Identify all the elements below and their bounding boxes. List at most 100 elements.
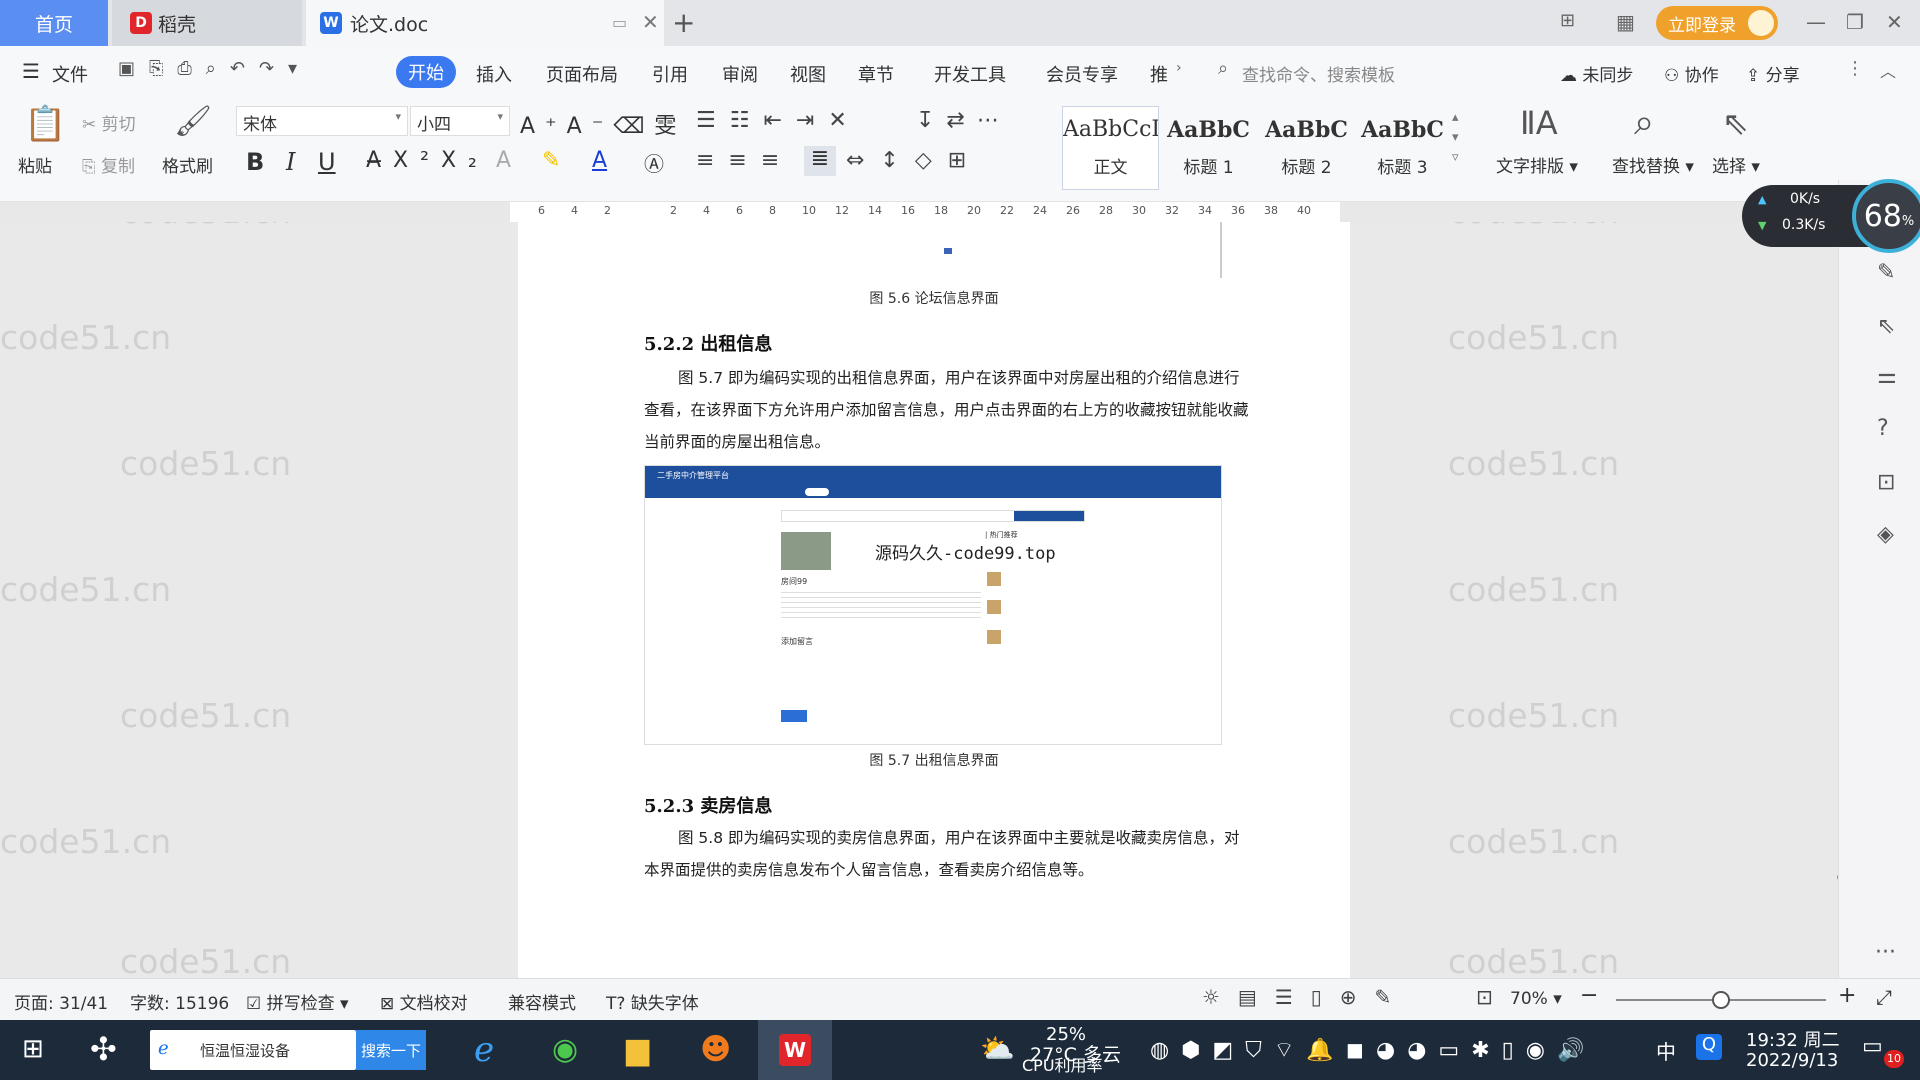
text-layout-icon[interactable]: ⅡA: [1520, 104, 1558, 142]
figure-5-7-screenshot[interactable]: 二手房中介管理平台 源码久久-code99.top 房间99 添加留言 | 热门…: [644, 465, 1222, 745]
zoom-out-icon[interactable]: −: [1580, 983, 1598, 1008]
app-pinwheel-icon[interactable]: ✣: [90, 1030, 117, 1068]
app-orange-icon[interactable]: ☻: [700, 1032, 731, 1067]
align-icons[interactable]: ≡≡≡: [696, 148, 793, 173]
ime-indicator[interactable]: 中: [1656, 1036, 1676, 1065]
collapse-ribbon-icon[interactable]: ︿: [1880, 58, 1896, 82]
missing-font-button[interactable]: T? 缺失字体: [606, 989, 699, 1014]
close-tab-icon[interactable]: ✕: [642, 10, 659, 34]
format-painter-icon[interactable]: 🖌: [174, 104, 212, 139]
text-effect-icon[interactable]: A: [496, 148, 511, 173]
italic-icon[interactable]: I: [286, 148, 295, 176]
word-count[interactable]: 字数: 15196: [130, 989, 229, 1014]
format-painter-button[interactable]: 格式刷: [162, 152, 213, 177]
fullscreen-icon[interactable]: ⤢: [1876, 985, 1892, 1009]
list-indent-icons[interactable]: ☰☷⇤⇥✕: [696, 108, 861, 133]
cut-button[interactable]: ✂ 剪切: [82, 110, 136, 135]
layout-icon[interactable]: ⊞: [1560, 10, 1575, 31]
clock-time[interactable]: 19:32 周二: [1746, 1026, 1840, 1052]
clock-date[interactable]: 2022/9/13: [1746, 1050, 1838, 1071]
horizontal-ruler[interactable]: 6 4 2 2 4 6 8 10 12 14 16 18 20 22 24 26 28 30 32 34 36 38 40: [510, 202, 1340, 222]
zoom-select[interactable]: 70% ▾: [1510, 989, 1562, 1009]
document-page[interactable]: 图 5.6 论坛信息界面 5.2.2 出租信息 图 5.7 即为编码实现的出租信…: [518, 222, 1350, 978]
menu-references[interactable]: 引用: [652, 61, 688, 87]
network-speed-widget[interactable]: ▲ 0K/s ▼ 0.3K/s 68%: [1742, 179, 1920, 253]
help-icon[interactable]: ?: [1877, 416, 1889, 441]
float-window-icon[interactable]: ▭: [612, 13, 627, 32]
sliders-icon[interactable]: ⚌: [1877, 364, 1897, 389]
spell-check-button[interactable]: ☑ 拼写检查 ▾: [246, 989, 349, 1014]
text-effects-icons[interactable]: A̶X²X₂: [366, 148, 489, 173]
fit-page-icon[interactable]: ⊡: [1476, 985, 1493, 1009]
qq-input-icon[interactable]: Q: [1696, 1034, 1722, 1060]
weather-icon[interactable]: ⛅: [980, 1032, 1015, 1065]
menu-review[interactable]: 审阅: [722, 61, 758, 87]
tab-document[interactable]: W 论文.doc ▭ ✕: [306, 0, 664, 46]
zoom-slider[interactable]: [1616, 991, 1826, 1009]
pointer-icon[interactable]: ⇖: [1877, 314, 1895, 339]
menu-chapter[interactable]: 章节: [858, 61, 894, 87]
spacing-icons[interactable]: ⇔↕◇⊞: [846, 148, 982, 173]
paste-button[interactable]: 粘贴: [18, 152, 52, 177]
close-window-icon[interactable]: ✕: [1886, 10, 1903, 34]
search-input[interactable]: 查找命令、搜索模板: [1242, 61, 1395, 86]
menu-insert[interactable]: 插入: [476, 61, 512, 87]
apps-grid-icon[interactable]: ▦: [1616, 10, 1635, 34]
menu-member[interactable]: 会员专享: [1046, 61, 1118, 87]
underline-icon[interactable]: U: [318, 148, 336, 176]
style-heading-2[interactable]: AaBbC 标题 2: [1258, 106, 1355, 190]
select-button[interactable]: 选择 ▾: [1712, 152, 1760, 177]
tray-icons[interactable]: ◍⬢◩⛉⌔🔔◼◕◕▭✱▯◉🔊: [1150, 1036, 1596, 1064]
tab-daoke[interactable]: D 稻壳: [112, 0, 302, 46]
new-tab-icon[interactable]: +: [672, 6, 695, 39]
share-button[interactable]: ⇪ 分享: [1746, 61, 1800, 86]
tab-home[interactable]: 首页: [0, 0, 108, 46]
taskbar-search-button[interactable]: 搜索一下: [356, 1030, 426, 1070]
menu-recommend[interactable]: 推: [1150, 61, 1168, 87]
more-vertical-icon[interactable]: ⋮: [1846, 58, 1864, 79]
menu-view[interactable]: 视图: [790, 61, 826, 87]
magnifier-icon[interactable]: ⌕: [1634, 102, 1654, 144]
zoom-in-icon[interactable]: +: [1838, 983, 1856, 1008]
style-heading-1[interactable]: AaBbC 标题 1: [1160, 106, 1257, 190]
more-horizontal-icon[interactable]: ···: [1875, 940, 1896, 965]
wps-taskbar-button[interactable]: W: [758, 1020, 832, 1080]
file-explorer-icon[interactable]: ▆: [626, 1032, 649, 1067]
windows-start-icon[interactable]: ⊞: [22, 1034, 44, 1064]
font-tools-icons[interactable]: A⁺A⁻⌫雯: [520, 108, 686, 140]
zoom-slider-thumb[interactable]: [1712, 991, 1730, 1009]
char-border-icon[interactable]: Ⓐ: [644, 148, 664, 177]
cursor-select-icon[interactable]: ⇖: [1722, 104, 1749, 142]
login-button[interactable]: 立即登录: [1656, 6, 1778, 40]
hamburger-icon[interactable]: ☰: [22, 59, 40, 83]
style-normal[interactable]: AaBbCcI 正文: [1062, 106, 1159, 190]
collab-button[interactable]: ⚇ 协作: [1664, 61, 1719, 86]
justify-icon[interactable]: ≣: [804, 146, 836, 176]
font-family-select[interactable]: 宋体 ▾: [236, 106, 408, 136]
menu-file[interactable]: 文件: [52, 61, 88, 87]
menu-page-layout[interactable]: 页面布局: [546, 61, 618, 87]
copy-button[interactable]: ⎘ 复制: [82, 152, 135, 177]
restore-icon[interactable]: ❐: [1846, 10, 1864, 34]
font-size-select[interactable]: 小四 ▾: [410, 106, 510, 136]
minimize-icon[interactable]: —: [1806, 10, 1826, 34]
ie-browser-icon[interactable]: ℯ: [474, 1030, 494, 1070]
sync-button[interactable]: ☁ 未同步: [1560, 61, 1633, 86]
paste-icon[interactable]: 📋: [24, 104, 66, 144]
view-mode-icons[interactable]: ☼▤☰▯⊕✎: [1202, 985, 1409, 1009]
sort-icons[interactable]: ↧⇄⋯: [916, 108, 1011, 133]
chevron-right-icon[interactable]: ›: [1176, 60, 1182, 76]
styles-scroll-icon[interactable]: ▴ ▾ ▿: [1452, 108, 1459, 168]
proofread-button[interactable]: ⊠ 文档校对: [380, 989, 468, 1014]
browser-360-icon[interactable]: ◉: [552, 1032, 578, 1067]
compass-icon[interactable]: ◈: [1877, 522, 1894, 547]
highlight-icon[interactable]: ✎: [542, 148, 560, 173]
font-color-icon[interactable]: A: [592, 148, 607, 173]
menu-dev-tools[interactable]: 开发工具: [934, 61, 1006, 87]
menu-start[interactable]: 开始: [396, 56, 456, 88]
find-replace-button[interactable]: 查找替换 ▾: [1612, 152, 1694, 177]
bold-icon[interactable]: B: [246, 148, 264, 176]
quick-access-icons[interactable]: ▣⎘⎙⌕↶↷▾: [118, 58, 311, 79]
image-tool-icon[interactable]: ⊡: [1877, 470, 1895, 495]
page-indicator[interactable]: 页面: 31/41: [14, 989, 108, 1014]
